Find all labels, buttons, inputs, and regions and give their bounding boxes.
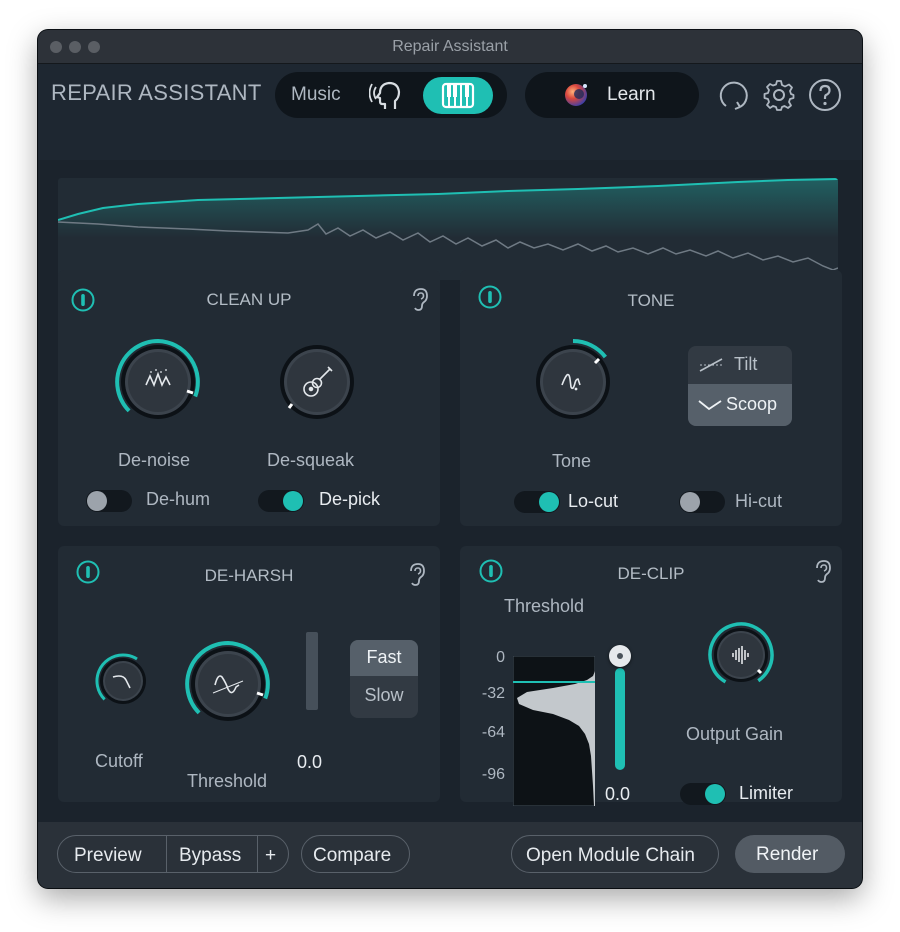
- tone-shape-selector: Tilt Scoop: [688, 346, 792, 426]
- footer-bar: Preview Bypass + Compare Open Module Cha…: [38, 822, 862, 888]
- limiter-toggle[interactable]: [680, 783, 726, 805]
- preview-bypass-group: Preview Bypass +: [57, 835, 289, 873]
- de-clip-title: DE-CLIP: [460, 564, 842, 584]
- hi-cut-toggle[interactable]: [679, 491, 725, 513]
- de-harsh-panel: DE-HARSH Cutoff Threshold 0.0 Fast: [58, 546, 440, 802]
- de-harsh-threshold-label: Threshold: [187, 771, 267, 792]
- scoop-label: Scoop: [726, 394, 777, 415]
- de-clip-threshold-value: 0.0: [605, 784, 630, 805]
- de-squeak-knob[interactable]: [262, 327, 372, 437]
- settings-gear-icon[interactable]: [762, 78, 796, 112]
- voice-mode-button[interactable]: [369, 79, 405, 113]
- de-hum-label: De-hum: [146, 489, 210, 510]
- history-icon[interactable]: [716, 78, 750, 112]
- compare-label: Compare: [313, 845, 391, 867]
- bypass-button[interactable]: Bypass: [179, 845, 241, 867]
- preview-button[interactable]: Preview: [74, 845, 142, 867]
- spectrum-curves: [58, 178, 838, 280]
- piano-icon: [423, 77, 493, 114]
- output-gain-label: Output Gain: [686, 724, 783, 745]
- de-noise-label: De-noise: [118, 450, 190, 471]
- scoop-icon: [697, 398, 723, 412]
- tone-panel: TONE Tone Tilt Scoop: [460, 270, 842, 526]
- slow-option[interactable]: Slow: [350, 676, 418, 718]
- listen-ear-icon[interactable]: [813, 559, 833, 585]
- render-label: Render: [756, 844, 818, 866]
- tilt-option[interactable]: Tilt: [688, 346, 792, 384]
- de-harsh-threshold-knob[interactable]: [173, 629, 283, 739]
- instrument-mode-button[interactable]: [423, 77, 493, 114]
- de-noise-knob[interactable]: [103, 327, 213, 437]
- learn-orb-icon: [563, 82, 589, 108]
- mode-selector: Music: [275, 72, 507, 118]
- listen-ear-icon[interactable]: [407, 562, 427, 588]
- learn-button[interactable]: Learn: [525, 72, 699, 118]
- scale-tick-0: 0: [483, 649, 505, 667]
- de-harsh-meter: [306, 632, 318, 710]
- de-pick-toggle[interactable]: [258, 490, 304, 512]
- de-pick-label: De-pick: [319, 489, 380, 510]
- voice-icon: [369, 79, 405, 113]
- de-hum-toggle[interactable]: [86, 490, 132, 512]
- tone-label: Tone: [552, 451, 591, 472]
- de-squeak-label: De-squeak: [267, 450, 354, 471]
- de-clip-threshold-slider-handle[interactable]: [609, 645, 631, 667]
- hi-cut-label: Hi-cut: [735, 491, 782, 512]
- output-gain-knob[interactable]: [704, 618, 778, 692]
- cutoff-knob[interactable]: [88, 646, 158, 716]
- scoop-option[interactable]: Scoop: [688, 384, 792, 426]
- tone-knob[interactable]: [518, 327, 628, 437]
- scale-tick-96: -96: [473, 766, 505, 784]
- tilt-label: Tilt: [734, 354, 757, 375]
- de-harsh-title: DE-HARSH: [58, 566, 440, 586]
- listen-ear-icon[interactable]: [410, 287, 430, 313]
- render-button[interactable]: Render: [735, 835, 845, 873]
- fast-option[interactable]: Fast: [350, 640, 418, 676]
- lo-cut-toggle[interactable]: [514, 491, 560, 513]
- open-module-chain-button[interactable]: Open Module Chain: [511, 835, 719, 873]
- limiter-label: Limiter: [739, 783, 793, 804]
- add-button[interactable]: +: [265, 845, 276, 867]
- learn-label: Learn: [607, 84, 656, 106]
- cutoff-label: Cutoff: [95, 751, 143, 772]
- help-icon[interactable]: [808, 78, 842, 112]
- speed-selector: Fast Slow: [350, 640, 418, 718]
- compare-button[interactable]: Compare: [301, 835, 410, 873]
- de-clip-threshold-slider-track[interactable]: [615, 668, 625, 770]
- de-clip-panel: DE-CLIP Threshold 0 -32 -64 -96 0.0: [460, 546, 842, 802]
- app-title: REPAIR ASSISTANT: [51, 80, 262, 106]
- scale-tick-32: -32: [473, 685, 505, 703]
- clean-up-title: CLEAN UP: [58, 290, 440, 310]
- amplitude-histogram: [513, 656, 595, 806]
- de-harsh-value: 0.0: [297, 752, 322, 773]
- open-module-chain-label: Open Module Chain: [526, 845, 695, 867]
- mode-music-label: Music: [291, 84, 341, 106]
- title-bar: Repair Assistant: [38, 30, 862, 64]
- clean-up-panel: CLEAN UP De-noise: [58, 270, 440, 526]
- de-clip-threshold-label: Threshold: [504, 596, 584, 617]
- window-title: Repair Assistant: [38, 38, 862, 56]
- spectrum-display: [58, 178, 838, 280]
- lo-cut-label: Lo-cut: [568, 491, 618, 512]
- repair-assistant-window: Repair Assistant REPAIR ASSISTANT Music: [38, 30, 862, 888]
- tilt-icon: [698, 357, 724, 373]
- scale-tick-64: -64: [473, 724, 505, 742]
- tone-title: TONE: [460, 291, 842, 311]
